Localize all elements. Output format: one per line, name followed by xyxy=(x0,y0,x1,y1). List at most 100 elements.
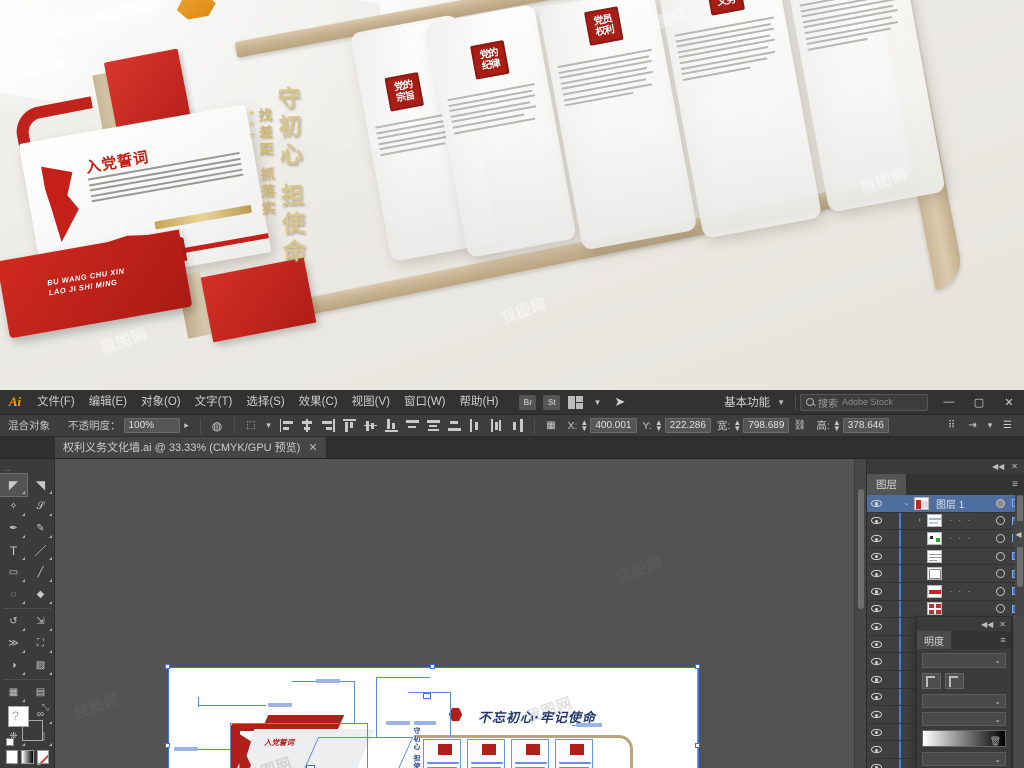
opacity-dropdown-icon[interactable]: ▸ xyxy=(180,418,194,433)
align-bottom-icon[interactable] xyxy=(382,417,401,435)
tab-layers[interactable]: 图层 xyxy=(867,474,907,495)
transform-panel-icon[interactable]: ⇥ xyxy=(963,417,982,435)
layer-thumbnail[interactable] xyxy=(927,602,942,616)
layer-row[interactable] xyxy=(867,565,1024,583)
opacity-select[interactable]: ⌄ xyxy=(922,694,1006,708)
panel-menu-icon[interactable]: ≡ xyxy=(1006,474,1024,495)
width-stepper[interactable]: ▲ ▼ xyxy=(733,418,741,432)
tab-transparency[interactable]: 明度 xyxy=(917,631,951,649)
align-dropdown-icon[interactable]: ▾ xyxy=(262,418,276,433)
chevron-down-icon[interactable]: ▼ xyxy=(593,398,601,407)
curvature-tool[interactable]: ✎ xyxy=(27,518,54,540)
layer-visibility-icon[interactable] xyxy=(867,728,885,736)
maximize-button[interactable]: ▢ xyxy=(964,390,994,415)
canvas-vertical-scrollbar[interactable] xyxy=(854,459,866,768)
layer-visibility-icon[interactable] xyxy=(867,499,885,507)
layer-thumbnail[interactable] xyxy=(927,514,942,528)
height-stepper[interactable]: ▲ ▼ xyxy=(833,418,841,432)
layer-target-icon[interactable] xyxy=(992,569,1008,579)
menu-object[interactable]: 对象(O) xyxy=(134,390,188,415)
align-top-icon[interactable] xyxy=(340,417,359,435)
magic-wand-tool[interactable]: ✧ xyxy=(0,496,27,518)
canvas-area[interactable]: 不忘初心·牢记使命 入党誓词 守初心 担使命 我图网 我图网 我图网 xyxy=(55,459,866,768)
layer-thumbnail[interactable] xyxy=(927,584,942,598)
layer-target-icon[interactable] xyxy=(992,604,1008,614)
layer-disclosure-icon[interactable]: › xyxy=(913,517,926,524)
panel-menu-icon[interactable]: ≡ xyxy=(995,631,1011,649)
collapse-panel-icon[interactable]: ◀◀ xyxy=(981,620,993,629)
layer-visibility-icon[interactable] xyxy=(867,746,885,754)
swap-fill-stroke-icon[interactable]: ⤡ xyxy=(42,702,49,713)
menu-window[interactable]: 窗口(W) xyxy=(397,390,453,415)
layer-visibility-icon[interactable] xyxy=(867,640,885,648)
layer-target-icon[interactable] xyxy=(992,516,1008,526)
layer-thumbnail[interactable] xyxy=(927,531,942,545)
layer-row[interactable] xyxy=(867,547,1024,566)
edit-toolbar-icon[interactable]: ? xyxy=(12,709,19,723)
layer-visibility-icon[interactable] xyxy=(867,622,885,630)
scale-tool[interactable]: ⇲ xyxy=(27,611,54,633)
width-input[interactable]: 798.689 xyxy=(743,418,790,433)
menu-file[interactable]: 文件(F) xyxy=(30,390,82,415)
rectangle-tool[interactable]: ▭ xyxy=(0,562,27,584)
none-swatch[interactable] xyxy=(36,750,49,764)
layer-target-icon[interactable] xyxy=(992,498,1008,508)
distribute-center-vertical-icon[interactable] xyxy=(424,417,443,435)
control-bar-menu-icon[interactable]: ☰ xyxy=(998,417,1017,435)
width-tool[interactable]: ≫ xyxy=(0,633,27,655)
layer-visibility-icon[interactable] xyxy=(867,570,885,578)
workspace-switcher[interactable]: 基本功能 ▼ xyxy=(718,394,791,410)
gradient-swatch[interactable] xyxy=(21,750,34,764)
distribute-center-horizontal-icon[interactable] xyxy=(487,417,506,435)
pen-tool[interactable]: ✒ xyxy=(0,518,27,540)
chevron-down-icon[interactable]: ▾ xyxy=(983,418,997,433)
menu-select[interactable]: 选择(S) xyxy=(239,390,291,415)
y-input[interactable]: 222.286 xyxy=(664,418,711,433)
share-icon[interactable]: ➤ xyxy=(614,394,625,410)
layer-thumbnail[interactable] xyxy=(927,567,942,581)
lasso-tool[interactable]: 𝒮 xyxy=(27,496,54,518)
gradient-tool[interactable]: ▤ xyxy=(27,682,54,704)
arrange-documents-icon[interactable] xyxy=(567,395,584,410)
shape-builder-tool[interactable]: ◑ xyxy=(0,655,27,677)
delete-icon[interactable]: 🗑 xyxy=(990,736,1001,747)
align-right-icon[interactable] xyxy=(319,417,338,435)
default-fill-stroke-icon[interactable] xyxy=(6,738,14,746)
search-input[interactable]: 搜索 Adobe Stock xyxy=(800,393,928,411)
paintbrush-tool[interactable]: ╱ xyxy=(27,562,54,584)
layer-visibility-icon[interactable] xyxy=(867,658,885,666)
selection-tool[interactable]: ◤ xyxy=(0,473,28,497)
transform-reference-point-icon[interactable]: ▦ xyxy=(542,417,561,435)
layer-visibility-icon[interactable] xyxy=(867,605,885,613)
layer-disclosure-icon[interactable]: ⌄ xyxy=(900,499,913,507)
layer-visibility-icon[interactable] xyxy=(867,517,885,525)
align-to-selection-icon[interactable]: ⬚ xyxy=(242,417,261,435)
opacity-mask-icon[interactable]: ◍ xyxy=(208,417,227,435)
layer-target-icon[interactable] xyxy=(992,551,1008,561)
bridge-icon[interactable]: Br xyxy=(519,394,537,410)
object-thumbnail[interactable] xyxy=(922,673,941,689)
mask-select[interactable]: ⌄ xyxy=(922,712,1006,726)
layer-visibility-icon[interactable] xyxy=(867,710,885,718)
close-button[interactable]: ✕ xyxy=(994,390,1024,415)
menu-help[interactable]: 帮助(H) xyxy=(453,390,506,415)
tools-panel-grip[interactable]: ‥ xyxy=(0,463,54,474)
layer-visibility-icon[interactable] xyxy=(867,693,885,701)
layer-row[interactable]: › · · · xyxy=(867,512,1024,531)
mask-thumbnail[interactable] xyxy=(945,673,964,689)
line-segment-tool[interactable]: ／ xyxy=(27,540,54,562)
layer-row[interactable]: · · · xyxy=(867,582,1024,601)
align-center-vertical-icon[interactable] xyxy=(361,417,380,435)
distribute-right-icon[interactable] xyxy=(508,417,527,435)
document-tab[interactable]: 权利义务文化墙.ai @ 33.33% (CMYK/GPU 预览) ✕ xyxy=(55,436,327,458)
layer-visibility-icon[interactable] xyxy=(867,552,885,560)
type-tool[interactable]: T xyxy=(0,540,27,562)
lock-proportions-icon[interactable]: ⛓ xyxy=(790,417,809,435)
close-panel-icon[interactable]: ✕ xyxy=(999,620,1006,629)
perspective-grid-tool[interactable]: ▨ xyxy=(27,655,54,677)
free-transform-tool[interactable]: ⛶ xyxy=(27,633,54,655)
distribute-left-icon[interactable] xyxy=(466,417,485,435)
layer-thumbnail[interactable] xyxy=(927,549,942,563)
close-icon[interactable]: ✕ xyxy=(308,441,317,454)
layer-target-icon[interactable] xyxy=(992,586,1008,596)
